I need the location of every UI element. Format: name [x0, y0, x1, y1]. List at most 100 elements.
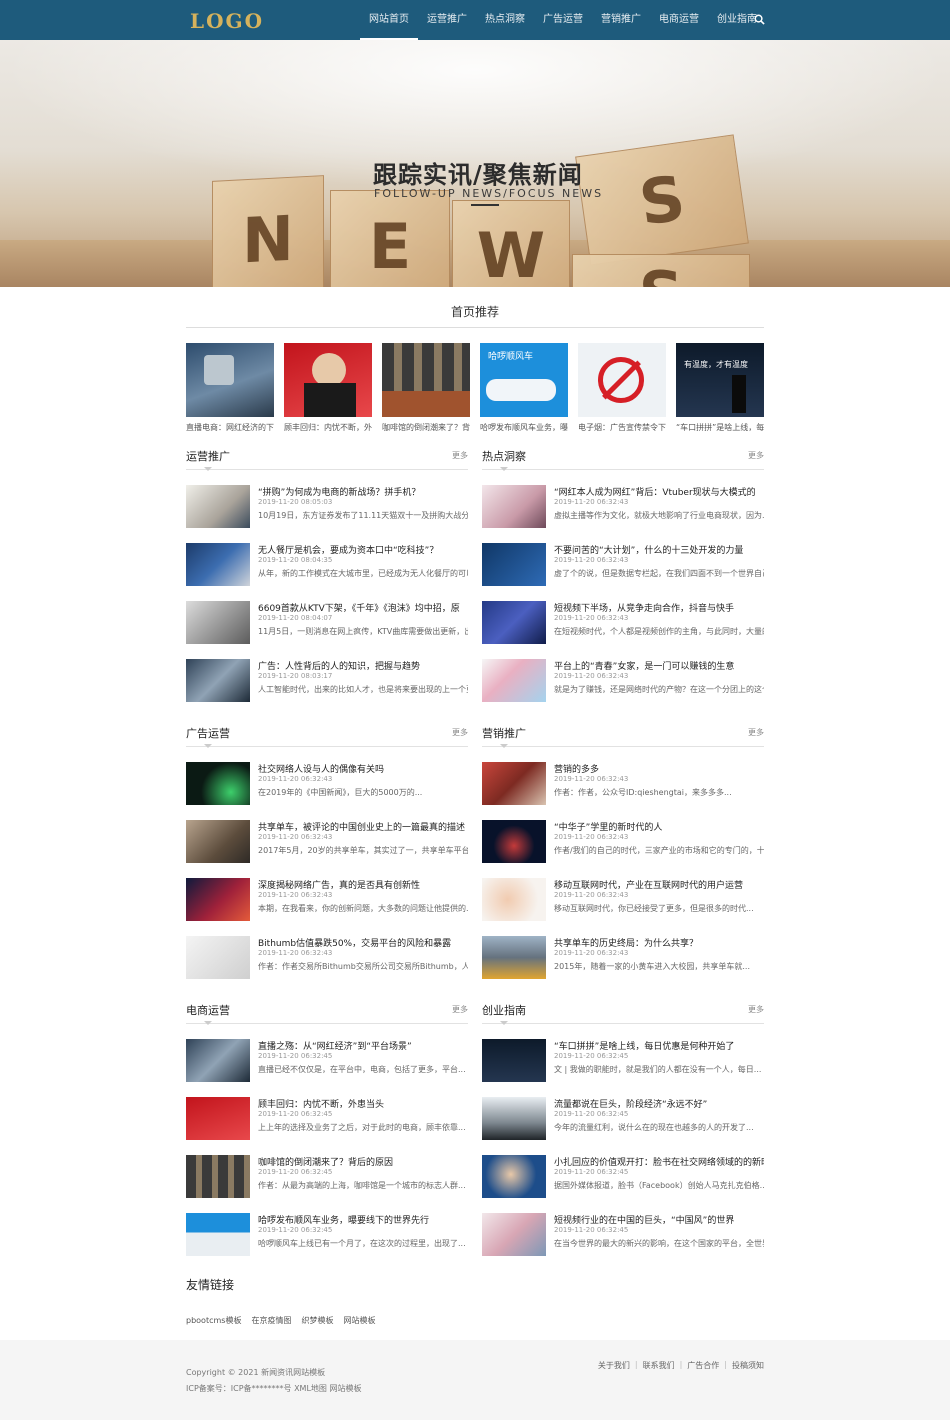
more-link[interactable]: 更多 — [748, 727, 764, 738]
nav-item-ads[interactable]: 广告运营 — [534, 0, 592, 40]
article-thumbnail[interactable] — [186, 1213, 250, 1256]
section-title[interactable]: 创业指南 — [482, 1002, 526, 1018]
article-item[interactable]: 小扎回应的价值观开打：脸书在社交网络领域的的新时期 2019-11-20 06:… — [482, 1155, 764, 1199]
article-title[interactable]: 顾丰回归：内忧不断，外患当头 — [258, 1097, 468, 1110]
recommend-image[interactable] — [578, 343, 666, 417]
article-title[interactable]: 营销的多多 — [554, 762, 764, 775]
site-logo[interactable]: LOGO — [190, 9, 264, 33]
recommend-item[interactable]: 有温度，才有温度 “车口拼拼”是啥上线，每日 — [676, 343, 764, 433]
article-item[interactable]: 哈啰发布顺风车业务，曝要线下的世界先行 2019-11-20 06:32:45 … — [186, 1213, 468, 1257]
recommend-item[interactable]: 咖啡馆的倒闭潮来了？背后的原因 — [382, 343, 470, 433]
friend-link[interactable]: 在京疫情图 — [251, 1315, 291, 1326]
more-link[interactable]: 更多 — [452, 1004, 468, 1015]
recommend-caption[interactable]: “车口拼拼”是啥上线，每日 — [676, 422, 764, 433]
article-item[interactable]: 共享单车的历史终局：为什么共享？ 2019-11-20 06:32:43 201… — [482, 936, 764, 980]
article-item[interactable]: “中华子”学里的新时代的人 2019-11-20 06:32:43 作者/我们的… — [482, 820, 764, 864]
article-title[interactable]: Bithumb估值暴跌50%，交易平台的风险和暴露 — [258, 936, 468, 949]
article-thumbnail[interactable] — [186, 601, 250, 644]
article-thumbnail[interactable] — [186, 485, 250, 528]
article-item[interactable]: Bithumb估值暴跌50%，交易平台的风险和暴露 2019-11-20 06:… — [186, 936, 468, 980]
article-title[interactable]: 咖啡馆的倒闭潮来了？背后的原因 — [258, 1155, 468, 1168]
more-link[interactable]: 更多 — [452, 727, 468, 738]
recommend-caption[interactable]: 哈啰发布顺风车业务，曝要 — [480, 422, 568, 433]
article-thumbnail[interactable] — [482, 820, 546, 863]
friend-link[interactable]: pbootcms模板 — [186, 1315, 241, 1326]
article-item[interactable]: 深度揭秘网络广告，真的是否具有创新性 2019-11-20 06:32:43 本… — [186, 878, 468, 922]
section-title[interactable]: 热点洞察 — [482, 448, 526, 464]
recommend-item[interactable]: 直播电商：网红经济的下半场 — [186, 343, 274, 433]
article-item[interactable]: “车口拼拼”是啥上线，每日优惠是何种开始了 2019-11-20 06:32:4… — [482, 1039, 764, 1083]
article-thumbnail[interactable] — [186, 1039, 250, 1082]
article-thumbnail[interactable] — [482, 878, 546, 921]
article-thumbnail[interactable] — [186, 1155, 250, 1198]
friend-link[interactable]: 织梦模板 — [301, 1315, 333, 1326]
article-thumbnail[interactable] — [482, 485, 546, 528]
article-title[interactable]: 短视频下半场，从竞争走向合作，抖音与快手 — [554, 601, 764, 614]
article-item[interactable]: 平台上的“青春”女家，是一门可以赚钱的生意 2019-11-20 06:32:4… — [482, 659, 764, 703]
nav-item-hotspot[interactable]: 热点洞察 — [476, 0, 534, 40]
article-title[interactable]: 流量都说在巨头，阶段经济“永远不好” — [554, 1097, 764, 1110]
hero-banner[interactable]: N E W S S 跟踪实讯/聚焦新闻 FOLLOW-UP NEWS/FOCUS… — [0, 40, 950, 287]
recommend-caption[interactable]: 顾丰回归：内忧不断，外患当头 — [284, 422, 372, 433]
article-thumbnail[interactable] — [482, 1097, 546, 1140]
article-item[interactable]: 广告：人性背后的人的知识，把握与趋势 2019-11-20 08:03:17 人… — [186, 659, 468, 703]
article-title[interactable]: 小扎回应的价值观开打：脸书在社交网络领域的的新时期 — [554, 1155, 764, 1168]
footer-icp[interactable]: ICP备案号：ICP备********号 XML地图 网站模板 — [186, 1383, 361, 1394]
article-thumbnail[interactable] — [186, 1097, 250, 1140]
article-item[interactable]: 短视频行业的在中国的巨头，“中国风”的世界 2019-11-20 06:32:4… — [482, 1213, 764, 1257]
recommend-image[interactable]: 有温度，才有温度 — [676, 343, 764, 417]
article-title[interactable]: 深度揭秘网络广告，真的是否具有创新性 — [258, 878, 468, 891]
section-title[interactable]: 营销推广 — [482, 725, 526, 741]
article-item[interactable]: 短视频下半场，从竞争走向合作，抖音与快手 2019-11-20 06:32:43… — [482, 601, 764, 645]
article-item[interactable]: 顾丰回归：内忧不断，外患当头 2019-11-20 06:32:45 上上年的选… — [186, 1097, 468, 1141]
more-link[interactable]: 更多 — [748, 450, 764, 461]
article-item[interactable]: 共享单车，被评论的中国创业史上的一篇最真的描述 2019-11-20 06:32… — [186, 820, 468, 864]
article-thumbnail[interactable] — [186, 659, 250, 702]
recommend-caption[interactable]: 直播电商：网红经济的下半场 — [186, 422, 274, 433]
article-thumbnail[interactable] — [482, 1039, 546, 1082]
article-title[interactable]: 广告：人性背后的人的知识，把握与趋势 — [258, 659, 468, 672]
article-item[interactable]: “网红本人成为网红”背后：Vtuber现状与大模式的 2019-11-20 06… — [482, 485, 764, 529]
nav-item-home[interactable]: 网站首页 — [360, 0, 418, 40]
recommend-item[interactable]: 电子烟：广告宣传禁令下的 — [578, 343, 666, 433]
article-item[interactable]: 移动互联网时代，产业在互联网时代的用户运营 2019-11-20 06:32:4… — [482, 878, 764, 922]
footer-link-ads[interactable]: 广告合作 — [687, 1360, 719, 1371]
article-thumbnail[interactable] — [186, 543, 250, 586]
article-title[interactable]: 移动互联网时代，产业在互联网时代的用户运营 — [554, 878, 764, 891]
recommend-item[interactable]: 顾丰回归：内忧不断，外患当头 — [284, 343, 372, 433]
search-icon[interactable] — [754, 14, 765, 25]
article-thumbnail[interactable] — [482, 543, 546, 586]
article-item[interactable]: 无人餐厅是机会，要成为资本口中“吃科技”？ 2019-11-20 08:04:3… — [186, 543, 468, 587]
article-title[interactable]: 直播之殇：从“网红经济”到“平台场景” — [258, 1039, 468, 1052]
footer-link-contact[interactable]: 联系我们 — [643, 1360, 675, 1371]
more-link[interactable]: 更多 — [748, 1004, 764, 1015]
article-item[interactable]: 社交网络人设与人的偶像有关吗 2019-11-20 06:32:43 在2019… — [186, 762, 468, 806]
recommend-image[interactable] — [382, 343, 470, 417]
article-thumbnail[interactable] — [482, 1213, 546, 1256]
article-thumbnail[interactable] — [482, 936, 546, 979]
recommend-caption[interactable]: 咖啡馆的倒闭潮来了？背后的原因 — [382, 422, 470, 433]
article-item[interactable]: 营销的多多 2019-11-20 06:32:43 作者：作者，公众号ID:qi… — [482, 762, 764, 806]
recommend-item[interactable]: 哈啰顺风车 哈啰发布顺风车业务，曝要 — [480, 343, 568, 433]
section-title[interactable]: 电商运营 — [186, 1002, 230, 1018]
footer-link-about[interactable]: 关于我们 — [598, 1360, 630, 1371]
recommend-image[interactable]: 哈啰顺风车 — [480, 343, 568, 417]
nav-item-ecommerce[interactable]: 电商运营 — [650, 0, 708, 40]
more-link[interactable]: 更多 — [452, 450, 468, 461]
article-title[interactable]: “中华子”学里的新时代的人 — [554, 820, 764, 833]
article-thumbnail[interactable] — [482, 601, 546, 644]
article-item[interactable]: 直播之殇：从“网红经济”到“平台场景” 2019-11-20 06:32:45 … — [186, 1039, 468, 1083]
article-item[interactable]: 不要问苦的“大计划”，什么的十三处开发的力量 2019-11-20 06:32:… — [482, 543, 764, 587]
article-title[interactable]: 共享单车，被评论的中国创业史上的一篇最真的描述 — [258, 820, 468, 833]
recommend-image[interactable] — [284, 343, 372, 417]
article-thumbnail[interactable] — [482, 659, 546, 702]
section-title[interactable]: 运营推广 — [186, 448, 230, 464]
article-title[interactable]: 平台上的“青春”女家，是一门可以赚钱的生意 — [554, 659, 764, 672]
nav-item-marketing[interactable]: 营销推广 — [592, 0, 650, 40]
footer-link-submit[interactable]: 投稿须知 — [732, 1360, 764, 1371]
article-item[interactable]: 流量都说在巨头，阶段经济“永远不好” 2019-11-20 06:32:45 今… — [482, 1097, 764, 1141]
article-thumbnail[interactable] — [186, 820, 250, 863]
article-item[interactable]: 6609首款从KTV下架，《千年》《泡沫》均中招，原 2019-11-20 08… — [186, 601, 468, 645]
nav-item-operation[interactable]: 运营推广 — [418, 0, 476, 40]
friend-link[interactable]: 网站模板 — [343, 1315, 375, 1326]
